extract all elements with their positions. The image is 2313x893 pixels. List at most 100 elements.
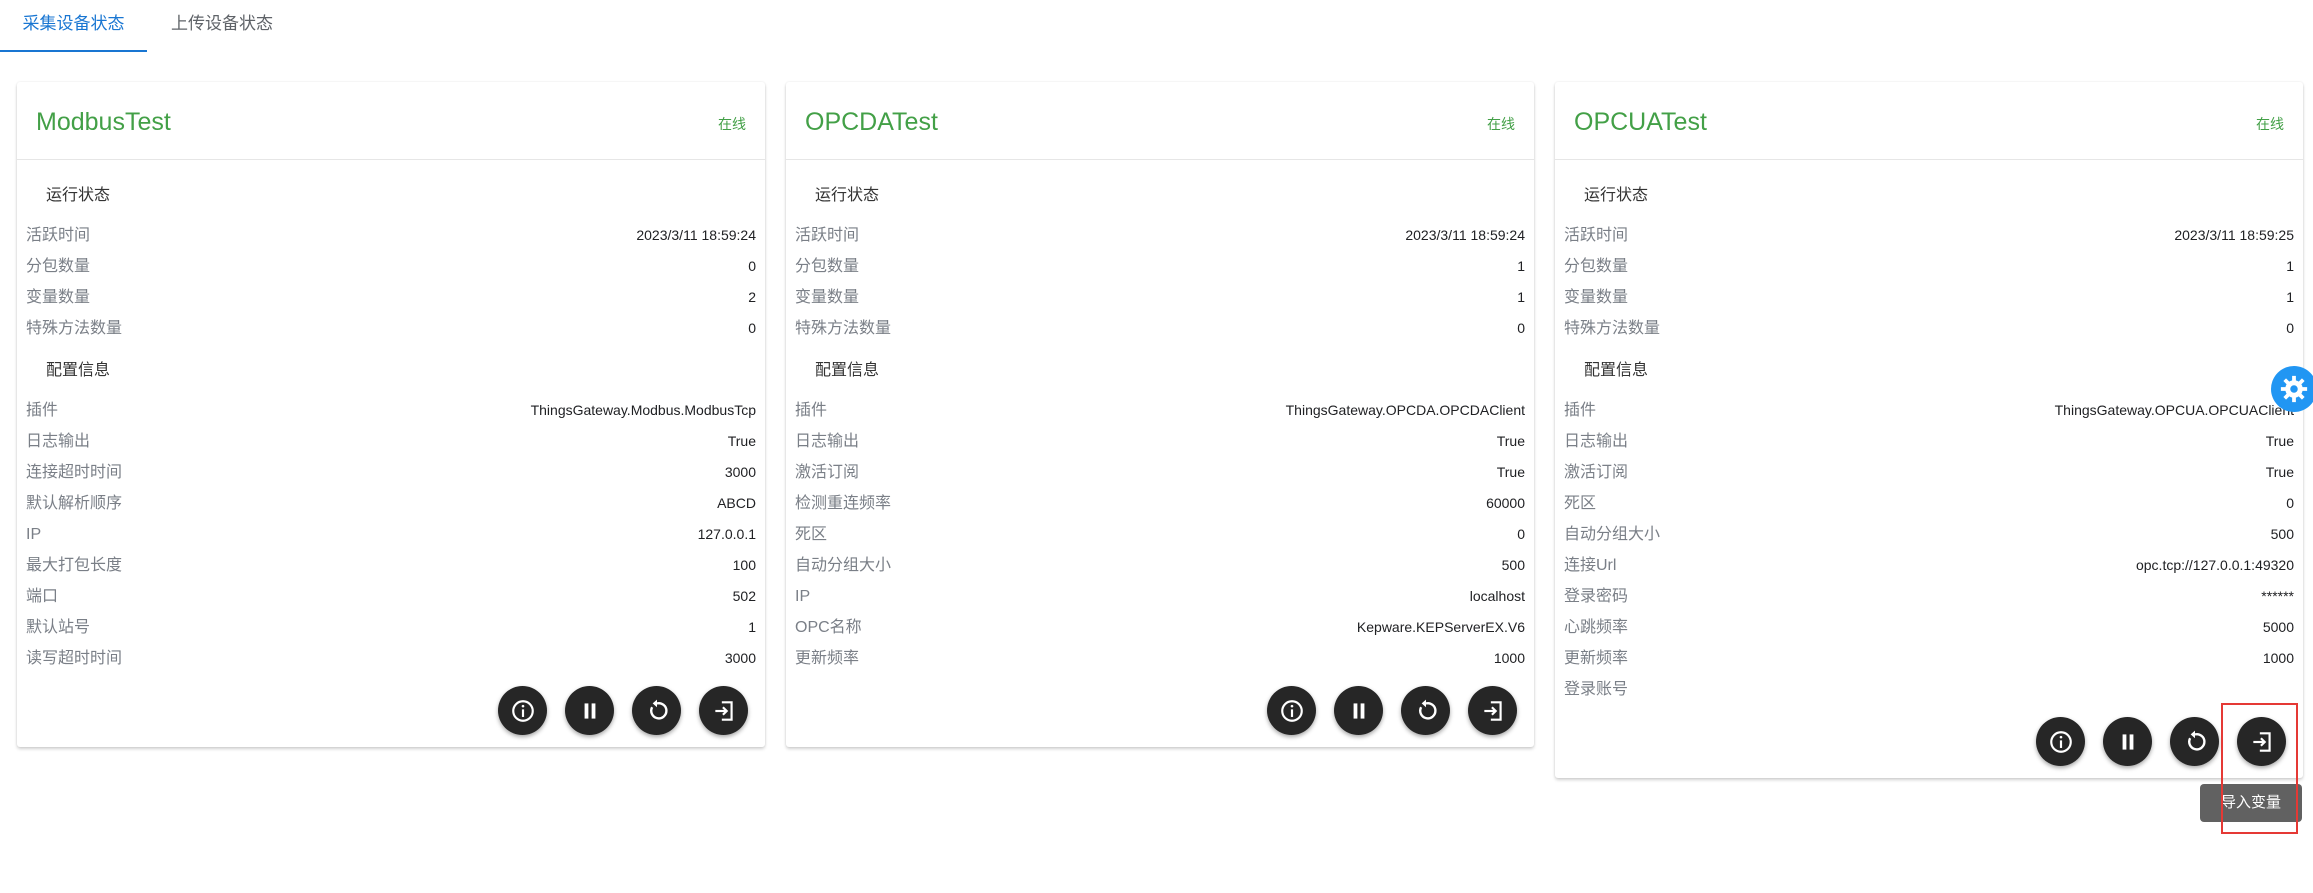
row-value: 0 — [1517, 526, 1525, 542]
import-variables-button[interactable] — [699, 686, 748, 735]
section-title-runtime: 运行状态 — [815, 187, 880, 204]
row-label: 默认解析顺序 — [26, 495, 123, 512]
row-label: 变量数量 — [26, 289, 91, 306]
info-row: 特殊方法数量 0 — [786, 313, 1534, 344]
row-value: ABCD — [717, 495, 756, 511]
info-row: IP localhost — [786, 581, 1534, 612]
restart-icon — [1418, 699, 1437, 720]
info-row: 死区 0 — [786, 519, 1534, 550]
settings-fab[interactable] — [2271, 366, 2313, 412]
device-info-button[interactable] — [2036, 717, 2085, 766]
info-row: 分包数量 1 — [1555, 251, 2303, 282]
gear-icon — [2280, 375, 2308, 403]
info-row: 心跳频率 5000 — [1555, 612, 2303, 643]
row-label: 检测重连频率 — [795, 495, 892, 512]
restart-button[interactable] — [1401, 686, 1450, 735]
import-variables-button[interactable] — [1468, 686, 1517, 735]
row-label: 自动分组大小 — [795, 557, 892, 574]
info-row: 活跃时间 2023/3/11 18:59:24 — [17, 220, 765, 251]
info-icon — [511, 699, 534, 722]
restart-button[interactable] — [632, 686, 681, 735]
info-row: 自动分组大小 500 — [786, 550, 1534, 581]
pause-button[interactable] — [1334, 686, 1383, 735]
row-value: True — [2265, 433, 2294, 449]
row-value: 1000 — [2262, 650, 2294, 666]
row-label: 特殊方法数量 — [26, 320, 123, 337]
info-row: 日志输出 True — [786, 426, 1534, 457]
row-value: ****** — [2261, 588, 2294, 604]
row-value: 2023/3/11 18:59:24 — [1405, 227, 1525, 243]
pause-icon — [2122, 733, 2133, 750]
row-label: 插件 — [1564, 402, 1597, 419]
info-row: 变量数量 1 — [1555, 282, 2303, 313]
info-row: 检测重连频率 60000 — [786, 488, 1534, 519]
row-label: 端口 — [26, 588, 59, 605]
card-actions — [1555, 705, 2303, 778]
row-value: localhost — [1469, 588, 1525, 604]
info-icon — [1280, 699, 1303, 722]
row-label: 插件 — [26, 402, 59, 419]
device-info-button[interactable] — [498, 686, 547, 735]
device-card-opcua: OPCUATest 在线 运行状态 活跃时间 2023/3/11 18:59:25… — [1555, 82, 2303, 778]
info-row: 日志输出 True — [17, 426, 765, 457]
info-row: OPC名称 Kepware.KEPServerEX.V6 — [786, 612, 1534, 643]
device-info-button[interactable] — [1267, 686, 1316, 735]
pause-button[interactable] — [565, 686, 614, 735]
row-label: OPC名称 — [795, 619, 862, 636]
row-value: 60000 — [1486, 495, 1525, 511]
card-actions — [17, 674, 765, 747]
device-status-tabs: 采集设备状态 上传设备状态 — [0, 0, 2313, 52]
info-row: 特殊方法数量 0 — [17, 313, 765, 344]
row-label: 读写超时时间 — [26, 650, 123, 667]
card-header: OPCUATest 在线 — [1555, 82, 2303, 160]
info-row: 插件 ThingsGateway.Modbus.ModbusTcp — [17, 395, 765, 426]
row-value: 0 — [748, 320, 756, 336]
info-row: 更新频率 1000 — [1555, 643, 2303, 674]
info-row: 默认解析顺序 ABCD — [17, 488, 765, 519]
row-value: 1 — [2286, 289, 2294, 305]
row-label: 插件 — [795, 402, 828, 419]
row-value: 3000 — [724, 650, 756, 666]
info-row: 更新频率 1000 — [786, 643, 1534, 674]
info-row: 最大打包长度 100 — [17, 550, 765, 581]
restart-icon — [649, 699, 668, 720]
row-value: True — [727, 433, 756, 449]
row-value: 127.0.0.1 — [697, 526, 756, 542]
device-card-opcda: OPCDATest 在线 运行状态 活跃时间 2023/3/11 18:59:24… — [786, 82, 1534, 747]
row-label: 特殊方法数量 — [1564, 320, 1661, 337]
row-label: 连接Url — [1564, 557, 1617, 574]
row-label: 分包数量 — [795, 258, 860, 275]
info-row: 端口 502 — [17, 581, 765, 612]
row-value: 0 — [1517, 320, 1525, 336]
row-label: 连接超时时间 — [26, 464, 123, 481]
status-badge: 在线 — [718, 116, 746, 132]
tab-upload-device-status[interactable]: 上传设备状态 — [152, 0, 292, 50]
section-title-config: 配置信息 — [1584, 362, 1649, 379]
tab-collect-device-status[interactable]: 采集设备状态 — [0, 0, 147, 52]
info-row: 日志输出 True — [1555, 426, 2303, 457]
row-label: 特殊方法数量 — [795, 320, 892, 337]
row-value: Kepware.KEPServerEX.V6 — [1356, 619, 1525, 635]
info-row: 变量数量 1 — [786, 282, 1534, 313]
info-row: 特殊方法数量 0 — [1555, 313, 2303, 344]
device-card-modbus: ModbusTest 在线 运行状态 活跃时间 2023/3/11 18:59:2… — [17, 82, 765, 747]
restart-button[interactable] — [2170, 717, 2219, 766]
row-value: 1 — [1517, 258, 1525, 274]
row-value: True — [2265, 464, 2294, 480]
row-label: 激活订阅 — [1564, 464, 1629, 481]
card-header: ModbusTest 在线 — [17, 82, 765, 160]
row-value: 0 — [748, 258, 756, 274]
annotation-highlight-box — [2221, 703, 2298, 834]
row-value: 1000 — [1493, 650, 1525, 666]
row-label: 最大打包长度 — [26, 557, 123, 574]
row-value: 0 — [2286, 495, 2294, 511]
row-label: 登录密码 — [1564, 588, 1629, 605]
row-label: 日志输出 — [26, 433, 91, 450]
row-value: 3000 — [724, 464, 756, 480]
device-name: ModbusTest — [36, 108, 171, 136]
pause-button[interactable] — [2103, 717, 2152, 766]
info-row: 激活订阅 True — [786, 457, 1534, 488]
row-value: 1 — [2286, 258, 2294, 274]
section-title-config: 配置信息 — [815, 362, 880, 379]
section-title-runtime: 运行状态 — [1584, 187, 1649, 204]
